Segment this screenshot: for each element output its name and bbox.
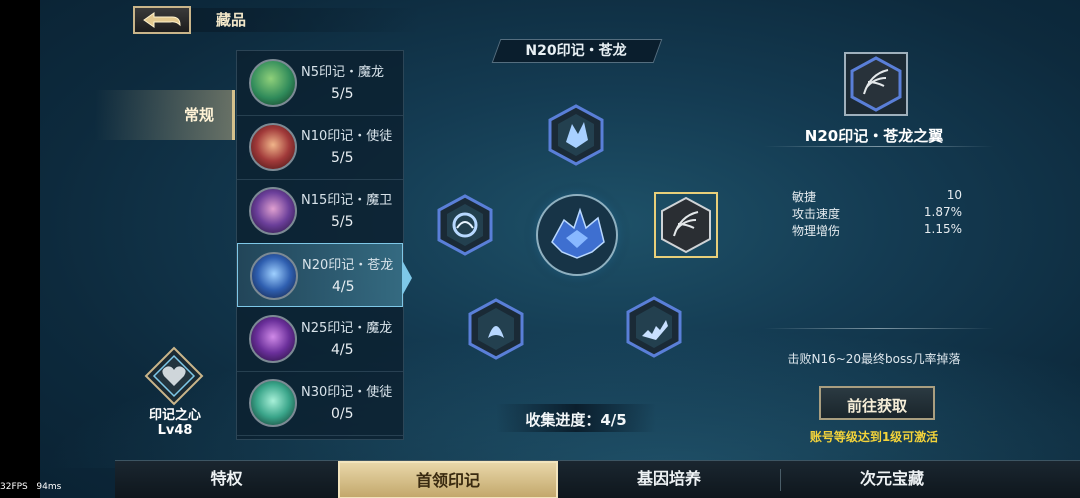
tab-regular-label: 常规 <box>183 106 214 124</box>
list-item[interactable]: N10印记・使徒 5/5 <box>237 115 403 180</box>
stat-name: 敏捷 <box>792 190 817 204</box>
tab-boss-mark[interactable]: 首领印记 <box>338 461 558 498</box>
stat-name: 攻击速度 <box>792 207 841 221</box>
item-name: N20印记・苍龙 <box>302 258 394 273</box>
heart-level: Lv48 <box>157 423 193 438</box>
drop-info: 击败N16~20最终boss几率掉落 <box>787 352 961 366</box>
heart-badge[interactable] <box>144 346 204 406</box>
heart-label: 印记之心 Lv48 <box>137 408 213 438</box>
unlock-hint: 账号等级达到1级可激活 <box>809 430 939 444</box>
item-name: N5印记・魔龙 <box>301 65 384 80</box>
item-name: N10印记・使徒 <box>301 129 393 144</box>
item-avatar <box>249 123 297 171</box>
list-item[interactable]: N5印记・魔龙 5/5 <box>237 51 403 116</box>
tab-regular[interactable]: 常规 <box>95 90 235 140</box>
stat-value: 1.87% <box>923 205 962 219</box>
stat-value: 10 <box>946 188 962 202</box>
fps-value: 32FPS <box>0 482 28 492</box>
item-count: 5/5 <box>331 86 354 102</box>
stat-name: 物理增伤 <box>792 224 841 238</box>
game-scene: 藏品 常规 N5印记・魔龙 5/5 N10印记・使徒 5/5 N15印记・魔卫 … <box>40 0 1080 498</box>
fps-overlay: 32FPS 94ms <box>0 482 61 492</box>
heart-name: 印记之心 <box>148 408 201 423</box>
fragment-wing-icon-selected[interactable] <box>654 192 718 258</box>
latency-value: 94ms <box>36 482 62 492</box>
list-item[interactable]: N30印记・使徒 0/5 <box>237 371 403 436</box>
detail-title: N20印记・苍龙之翼 <box>804 127 944 145</box>
tab-dimension-treasure[interactable]: 次元宝藏 <box>781 461 1003 498</box>
item-name: N30印记・使徒 <box>301 385 393 400</box>
item-count: 0/5 <box>331 406 354 422</box>
item-avatar <box>249 315 297 363</box>
item-count: 5/5 <box>331 214 354 230</box>
fragment-spine-icon[interactable] <box>626 296 682 358</box>
list-item-selected[interactable]: N20印记・苍龙 4/5 <box>237 243 403 307</box>
back-button[interactable] <box>133 6 191 34</box>
detail-wing-icon <box>844 52 908 116</box>
list-item[interactable]: N25印记・魔龙 4/5 <box>237 307 403 372</box>
heart-icon <box>144 346 204 406</box>
fragment-claw-icon[interactable] <box>437 194 493 256</box>
item-count: 4/5 <box>332 279 355 295</box>
dragon-emblem-icon <box>523 181 631 289</box>
obtain-button-label: 前往获取 <box>846 397 907 415</box>
tab-privilege[interactable]: 特权 <box>115 461 338 498</box>
item-count: 5/5 <box>331 150 354 166</box>
back-arrow-icon <box>143 12 181 28</box>
fragment-head-icon[interactable] <box>548 104 604 166</box>
bottom-tab-bar: 特权 首领印记 基因培养 次元宝藏 <box>115 460 1080 498</box>
collection-list[interactable]: N5印记・魔龙 5/5 N10印记・使徒 5/5 N15印记・魔卫 5/5 N2… <box>236 50 404 440</box>
tab-gene-training[interactable]: 基因培养 <box>558 461 780 498</box>
divider <box>764 328 994 329</box>
set-title: N20印记・苍龙 <box>525 43 627 59</box>
item-avatar <box>249 379 297 427</box>
list-item[interactable]: N15印记・魔卫 5/5 <box>237 179 403 244</box>
item-avatar <box>249 187 297 235</box>
selection-arrow-icon <box>402 260 412 296</box>
item-name: N15印记・魔卫 <box>301 193 393 208</box>
fragment-tail-icon[interactable] <box>468 298 524 360</box>
collection-progress: 收集进度：4/5 <box>525 411 627 429</box>
item-avatar <box>249 59 297 107</box>
item-avatar <box>250 252 298 300</box>
obtain-button[interactable]: 前往获取 <box>819 386 935 420</box>
divider <box>764 146 994 147</box>
item-name: N25印记・魔龙 <box>301 321 393 336</box>
stat-value: 1.15% <box>923 222 962 236</box>
page-title: 藏品 <box>216 11 247 29</box>
item-count: 4/5 <box>331 342 354 358</box>
